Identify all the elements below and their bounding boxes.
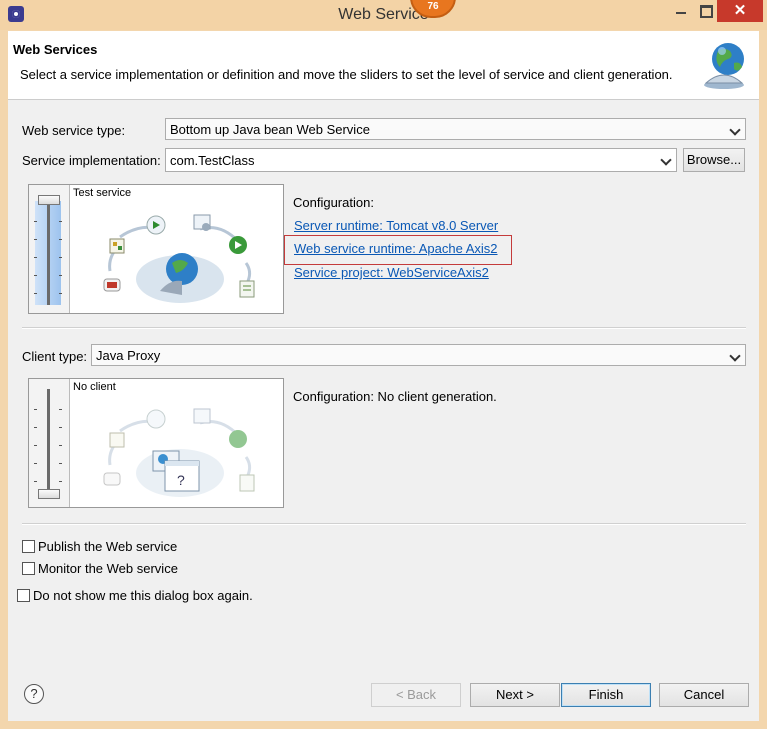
separator (22, 327, 746, 329)
slider-tick (59, 257, 62, 258)
slider-tick (34, 239, 37, 240)
dont-show-label[interactable]: Do not show me this dialog box again. (33, 588, 253, 603)
slider-tick (34, 221, 37, 222)
client-type-label: Client type: (22, 349, 88, 364)
maximize-button[interactable] (695, 0, 717, 22)
globe-service-icon (704, 43, 744, 89)
slider-tick (59, 409, 62, 410)
slider-tick (59, 239, 62, 240)
slider-tick (59, 427, 62, 428)
slider-thumb[interactable] (38, 489, 60, 499)
close-button[interactable]: ✕ (717, 0, 763, 22)
slider-tick (59, 293, 62, 294)
service-type-value: Bottom up Java bean Web Service (170, 122, 370, 137)
service-level-label: Test service (73, 187, 132, 199)
chevron-down-icon (729, 348, 741, 362)
window-frame: Web Service 76 ✕ Web Services Select a s… (0, 0, 767, 729)
slider-tick (34, 427, 37, 428)
window-title: Web Service (338, 6, 429, 23)
service-lifecycle-illustration (103, 214, 255, 303)
monitor-label[interactable]: Monitor the Web service (38, 561, 178, 576)
client-type-value: Java Proxy (96, 348, 161, 363)
minimize-button[interactable] (667, 0, 695, 22)
dialog-footer: ? < Back Next > Finish Cancel (8, 666, 759, 721)
slider-tick (34, 409, 37, 410)
service-impl-input[interactable]: com.TestClass (165, 148, 677, 172)
slider-bar (47, 389, 50, 499)
slider-tick (34, 463, 37, 464)
slider-tick (59, 275, 62, 276)
dont-show-checkbox[interactable] (17, 589, 30, 602)
service-type-combo[interactable]: Bottom up Java bean Web Service (165, 118, 746, 140)
client-level-panel: No client ? (28, 378, 284, 508)
client-level-slider[interactable] (29, 379, 70, 507)
page-title: Web Services (13, 42, 98, 57)
back-button[interactable]: < Back (371, 683, 461, 707)
slider-tick (34, 257, 37, 258)
slider-bar (47, 201, 50, 305)
slider-tick (59, 445, 62, 446)
publish-checkbox[interactable] (22, 540, 35, 553)
dialog-content: Web service type: Bottom up Java bean We… (8, 100, 759, 666)
separator (22, 523, 746, 525)
slider-tick (59, 463, 62, 464)
server-runtime-link[interactable]: Server runtime: Tomcat v8.0 Server (294, 218, 498, 233)
service-project-link[interactable]: Service project: WebServiceAxis2 (294, 265, 489, 280)
dialog-header: Web Services Select a service implementa… (8, 31, 759, 100)
slider-tick (59, 481, 62, 482)
slider-tick (34, 293, 37, 294)
chevron-down-icon (729, 122, 741, 136)
slider-tick (34, 445, 37, 446)
finish-button[interactable]: Finish (561, 683, 651, 707)
cancel-button[interactable]: Cancel (659, 683, 749, 707)
slider-tick (34, 275, 37, 276)
publish-label[interactable]: Publish the Web service (38, 539, 177, 554)
service-level-slider[interactable] (29, 185, 70, 313)
ws-runtime-link[interactable]: Web service runtime: Apache Axis2 (294, 241, 498, 256)
help-icon[interactable]: ? (24, 684, 44, 704)
slider-tick (34, 481, 37, 482)
client-config-text: Configuration: No client generation. (293, 389, 497, 404)
title-bar: Web Service 76 ✕ (0, 0, 767, 30)
service-impl-label: Service implementation: (22, 153, 161, 168)
svg-text:?: ? (177, 472, 185, 488)
browse-button[interactable]: Browse... (683, 148, 745, 172)
client-level-label: No client (73, 381, 116, 393)
service-type-label: Web service type: (22, 123, 126, 138)
slider-thumb[interactable] (38, 195, 60, 205)
slider-tick (59, 221, 62, 222)
client-proxy-icon: ? (152, 450, 200, 492)
service-level-panel: Test service (28, 184, 284, 314)
monitor-checkbox[interactable] (22, 562, 35, 575)
page-description: Select a service implementation or defin… (20, 67, 673, 82)
client-type-combo[interactable]: Java Proxy (91, 344, 746, 366)
service-impl-value: com.TestClass (170, 153, 255, 168)
service-config-heading: Configuration: (293, 195, 374, 210)
next-button[interactable]: Next > (470, 683, 560, 707)
chevron-down-icon[interactable] (660, 153, 672, 167)
